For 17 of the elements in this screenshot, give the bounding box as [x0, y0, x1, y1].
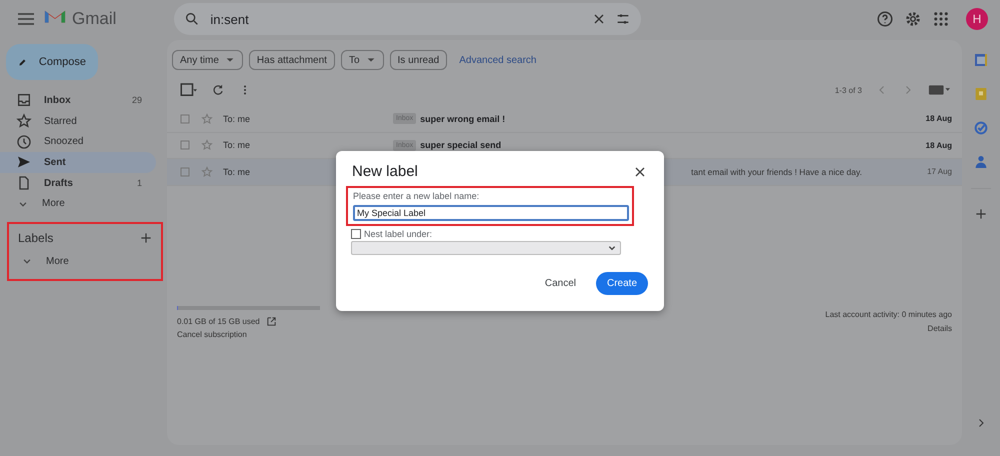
email-subject: super special send	[420, 140, 502, 150]
checkbox-label: Nest label under:	[364, 229, 432, 239]
app-name: Gmail	[72, 9, 116, 29]
storage-text: 0.01 GB of 15 GB used	[177, 317, 260, 326]
sender-text: To: me	[223, 166, 252, 177]
dialog-title: New label	[352, 163, 418, 180]
labels-heading: Labels	[18, 231, 54, 246]
email-subject: super wrong email !	[420, 114, 506, 124]
field-label: Please enter a new label name:	[353, 191, 480, 201]
email-date: 18 Aug	[924, 114, 952, 124]
email-snippet: tant email with your friends ! Have a nice day.	[691, 166, 862, 177]
activity-text: Last account activity: 0 minutes ago	[825, 310, 952, 319]
sender-text: To: me	[223, 114, 252, 124]
email-date: 18 Aug	[924, 140, 952, 150]
email-date: 17 Aug	[926, 167, 952, 176]
pagination-text: 1-3 of 3	[834, 86, 862, 94]
sender-text: To: me	[223, 140, 252, 150]
